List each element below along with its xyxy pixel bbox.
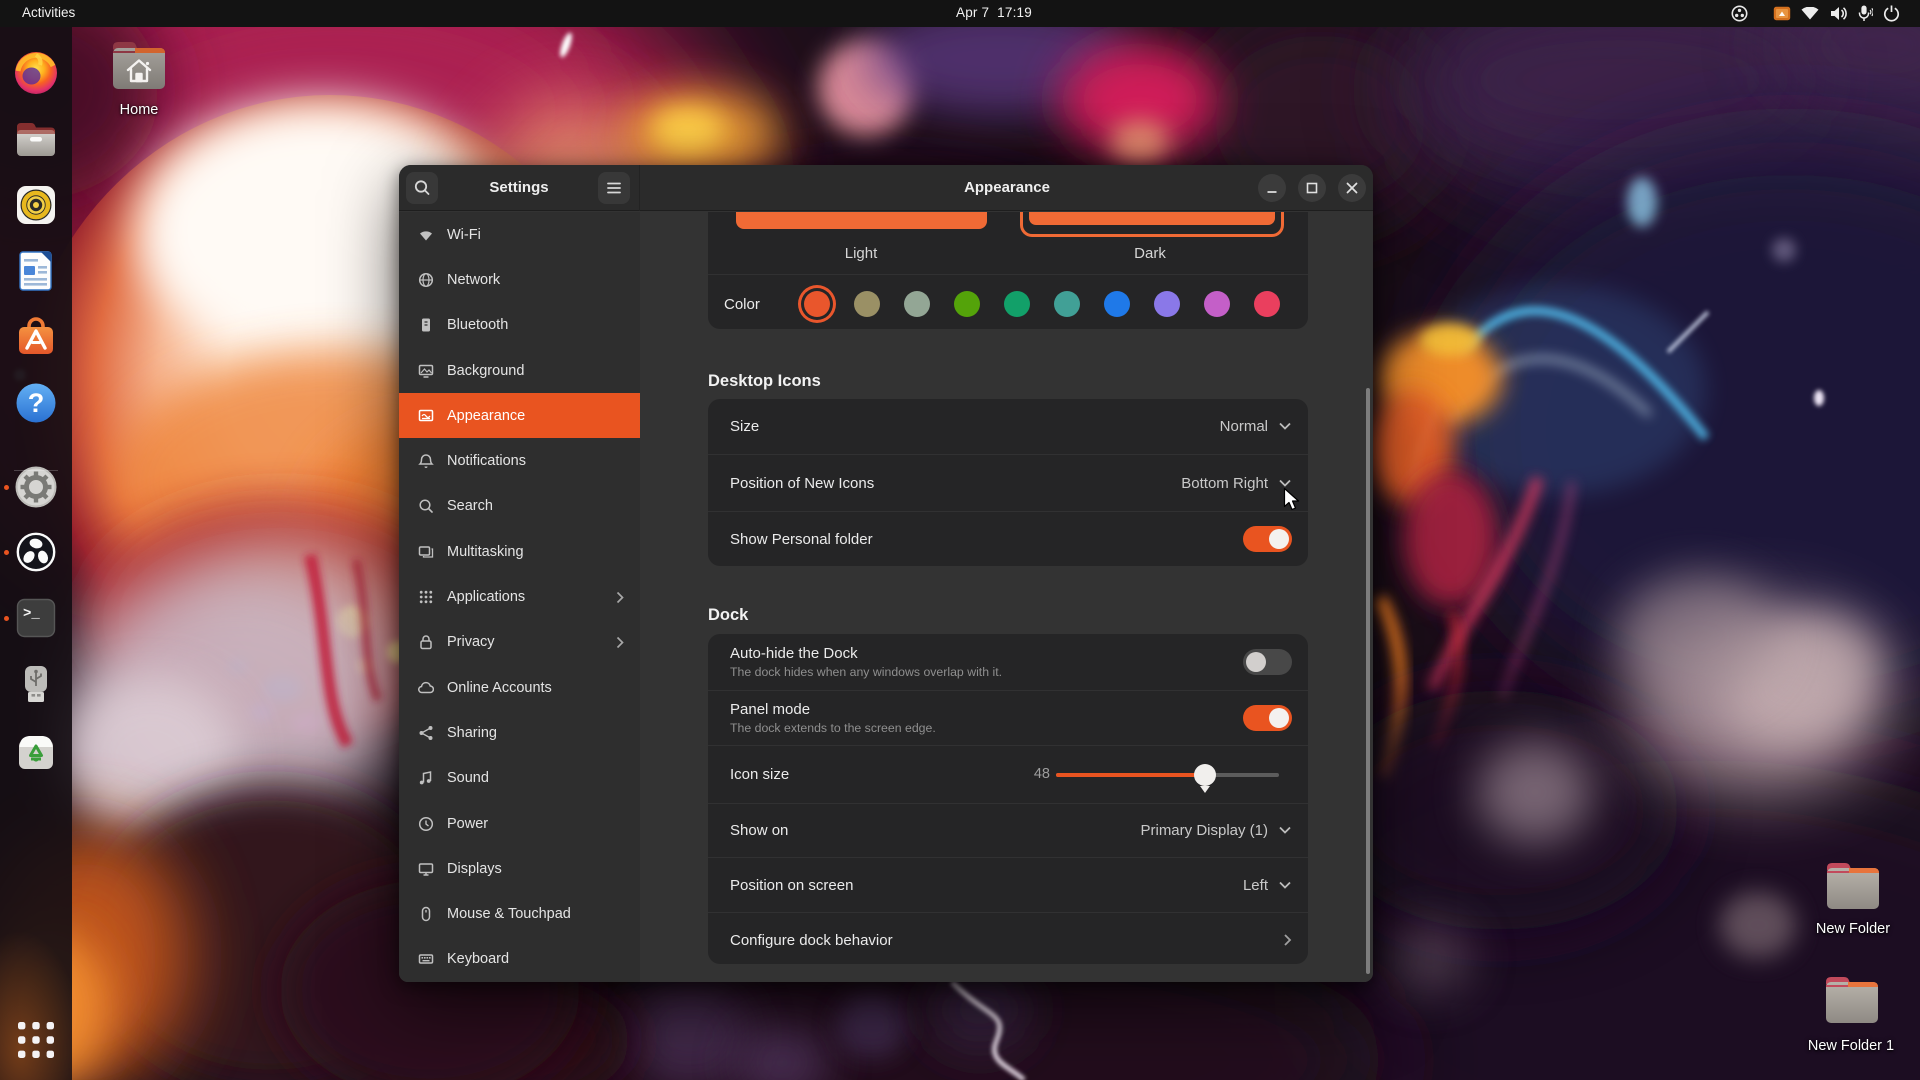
svg-text:?: ? <box>28 388 45 418</box>
svg-text:>_: >_ <box>23 606 40 622</box>
